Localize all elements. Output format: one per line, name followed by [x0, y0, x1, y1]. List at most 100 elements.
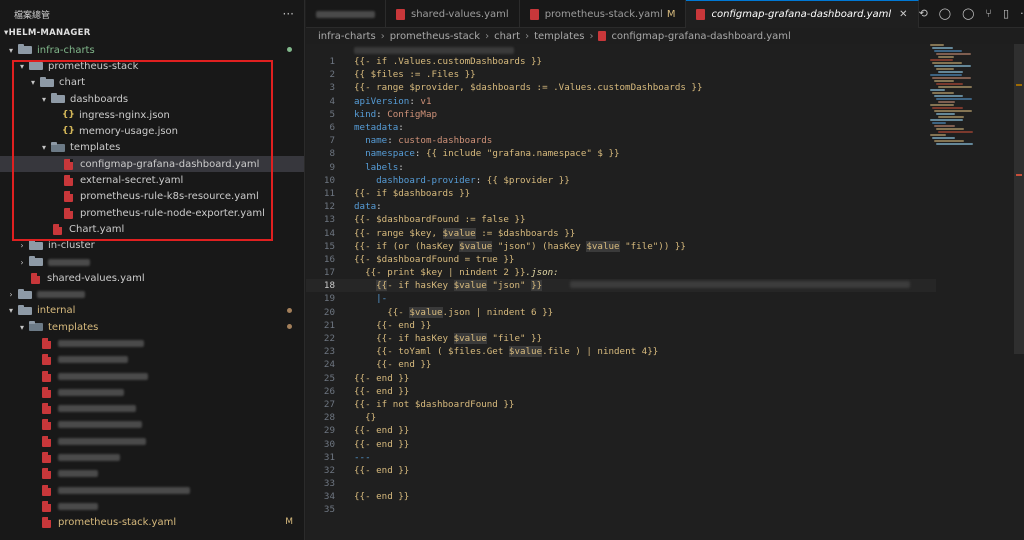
code-line[interactable]: 9 labels:	[306, 161, 936, 174]
code-line[interactable]: 13 {{- $dashboardFound := false }}	[306, 213, 936, 226]
tree-item[interactable]: ▾ prometheus-stack	[0, 58, 304, 74]
tree-item[interactable]	[0, 368, 304, 384]
tree-item[interactable]: ▾ templates	[0, 140, 304, 156]
code-line[interactable]: 10 dashboard-provider: {{ $provider }}	[306, 174, 936, 187]
code-line[interactable]: 29 {{- end }}	[306, 424, 936, 437]
code-line[interactable]: 1 {{- if .Values.customDashboards }}	[306, 55, 936, 68]
tree-item[interactable]: {} memory-usage.json	[0, 123, 304, 139]
line-number: 19	[323, 293, 335, 305]
code-line[interactable]: 3 {{- range $provider, $dashboards := .Va…	[306, 81, 936, 94]
code-line[interactable]: 22 {{- if hasKey $value "file" }}	[306, 332, 936, 345]
code-line[interactable]: 11 {{- if $dashboards }}	[306, 187, 936, 200]
minimap-line	[938, 86, 972, 88]
minimap-line	[934, 125, 955, 127]
minimap-line	[938, 56, 954, 58]
tree-item[interactable]	[0, 417, 304, 433]
code-line[interactable]: 23 {{- toYaml ( $files.Get $value.file )…	[306, 345, 936, 358]
code-line[interactable]: 32 {{- end }}	[306, 464, 936, 477]
tree-item[interactable]: configmap-grafana-dashboard.yaml	[0, 156, 304, 173]
minimap-line	[934, 65, 971, 67]
minimap-line	[936, 113, 955, 115]
go-forward-icon[interactable]: ◯	[962, 7, 974, 20]
line-number: 9	[329, 161, 335, 173]
code-line[interactable]: 2 {{ $files := .Files }}	[306, 68, 936, 81]
line-number: 35	[323, 504, 335, 516]
code-line[interactable]: 35	[306, 503, 936, 516]
tree-item[interactable]: {} ingress-nginx.json	[0, 107, 304, 123]
code-line[interactable]: 28 {}	[306, 411, 936, 424]
code-line[interactable]: 16 {{- $dashboardFound = true }}	[306, 253, 936, 266]
code-line[interactable]: 6 metadata:	[306, 121, 936, 134]
tree-item[interactable]	[0, 466, 304, 482]
code-line[interactable]: 5 kind: ConfigMap	[306, 108, 936, 121]
tree-item[interactable]	[0, 384, 304, 400]
more-actions-icon[interactable]: ···	[1020, 7, 1024, 20]
editor-tab[interactable]: configmap-grafana-dashboard.yaml ✕	[686, 0, 919, 28]
tree-item[interactable]	[0, 482, 304, 498]
breadcrumb-item[interactable]: prometheus-stack	[390, 31, 480, 42]
tree-item[interactable]: prometheus-stack.yaml M	[0, 515, 304, 531]
breadcrumb-item[interactable]: chart	[494, 31, 520, 42]
tree-item[interactable]	[0, 433, 304, 449]
code-line[interactable]: 17 {{- print $key | nindent 2 }}.json:	[306, 266, 936, 279]
code-line[interactable]: 14 {{- range $key, $value := $dashboards …	[306, 226, 936, 239]
code-line[interactable]: 24 {{- end }}	[306, 358, 936, 371]
tree-item[interactable]: Chart.yaml	[0, 221, 304, 237]
tree-item[interactable]	[0, 401, 304, 417]
tree-item[interactable]: ›	[0, 254, 304, 270]
code-line[interactable]: 31 ---	[306, 451, 936, 464]
code-line[interactable]: 20 {{- $value.json | nindent 6 }}	[306, 306, 936, 319]
line-number: 24	[323, 359, 335, 371]
tree-item[interactable]: ›	[0, 286, 304, 302]
tree-item[interactable]	[0, 352, 304, 368]
breadcrumb-item[interactable]: configmap-grafana-dashboard.yaml	[611, 31, 790, 42]
tree-item[interactable]: ▾ dashboards	[0, 91, 304, 107]
tree-item[interactable]: prometheus-rule-k8s-resource.yaml	[0, 189, 304, 205]
tree-item[interactable]	[0, 335, 304, 351]
code-line[interactable]: 21 {{- end }}	[306, 319, 936, 332]
breadcrumb-item[interactable]: templates	[534, 31, 584, 42]
tree-item[interactable]: external-secret.yaml	[0, 172, 304, 188]
tree-item[interactable]: ▾ infra-charts	[0, 42, 304, 58]
code-token: kind	[354, 108, 377, 120]
tree-item[interactable]: prometheus-rule-node-exporter.yaml	[0, 205, 304, 221]
close-icon[interactable]: ✕	[899, 9, 907, 20]
editor-tab[interactable]	[306, 0, 386, 28]
minimap[interactable]	[930, 44, 1010, 164]
workspace-root[interactable]: ▾ HELM-MANAGER	[0, 26, 304, 40]
code-line[interactable]: 33	[306, 477, 936, 490]
code-line[interactable]: 25 {{- end }}	[306, 372, 936, 385]
breadcrumb-item[interactable]: infra-charts	[318, 31, 376, 42]
tree-item[interactable]	[0, 498, 304, 514]
tree-item[interactable]	[0, 449, 304, 465]
code-line[interactable]: 12 data:	[306, 200, 936, 213]
editor-tab[interactable]: shared-values.yaml	[386, 0, 520, 28]
tree-item[interactable]: ▾ internal	[0, 303, 304, 319]
go-back-icon[interactable]: ◯	[939, 7, 951, 20]
code-line[interactable]: 7 name: custom-dashboards	[306, 134, 936, 147]
code-line[interactable]: 27 {{- if not $dashboardFound }}	[306, 398, 936, 411]
editor-tab[interactable]: prometheus-stack.yaml M	[520, 0, 687, 28]
tree-item[interactable]: ▾ chart	[0, 75, 304, 91]
code-editor[interactable]: 1 {{- if .Values.customDashboards }} 2 {{ $…	[306, 44, 1024, 540]
tree-item[interactable]: › in-cluster	[0, 238, 304, 254]
code-lines[interactable]: 1 {{- if .Values.customDashboards }} 2 {{ $…	[306, 55, 936, 517]
code-line[interactable]: 26 {{- end }}	[306, 385, 936, 398]
tree-item[interactable]: shared-values.yaml	[0, 270, 304, 286]
line-text: {{- end }}	[354, 465, 409, 476]
tree-item-label: configmap-grafana-dashboard.yaml	[80, 158, 260, 170]
compare-icon[interactable]: ⟲	[919, 7, 928, 20]
git-branch-icon[interactable]: ⑂	[985, 7, 992, 20]
code-line[interactable]: 34 {{- end }}	[306, 490, 936, 503]
code-token: }}	[531, 280, 543, 292]
code-line[interactable]: 8 namespace: {{ include "grafana.namespa…	[306, 147, 936, 160]
tree-item[interactable]: ▾ templates	[0, 319, 304, 335]
code-line[interactable]: 4 apiVersion: v1	[306, 95, 936, 108]
code-line[interactable]: 19 |-	[306, 292, 936, 305]
code-line[interactable]: 18 {{- if hasKey $value "json" }}	[306, 279, 936, 293]
vertical-scrollbar[interactable]	[1014, 44, 1024, 354]
more-icon[interactable]: ···	[283, 7, 294, 21]
code-line[interactable]: 30 {{- end }}	[306, 437, 936, 450]
split-editor-icon[interactable]: ▯	[1003, 7, 1009, 20]
code-line[interactable]: 15 {{- if (or (hasKey $value "json") (has…	[306, 240, 936, 253]
